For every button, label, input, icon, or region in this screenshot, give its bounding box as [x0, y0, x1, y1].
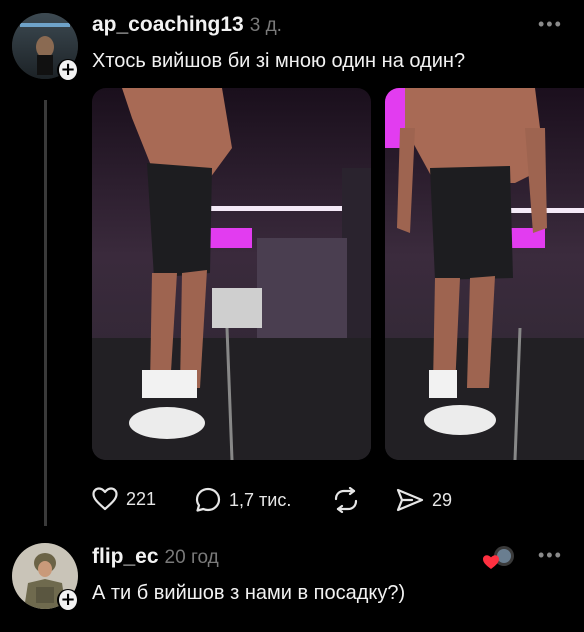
post-username[interactable]: ap_coaching13 — [92, 13, 244, 36]
like-count: 221 — [126, 488, 157, 509]
liked-by-author-badge — [482, 545, 516, 571]
more-horizontal-icon[interactable]: ••• — [538, 14, 563, 35]
plus-icon: + — [59, 589, 77, 610]
like-button[interactable]: 221 — [92, 487, 156, 511]
plus-icon: + — [59, 59, 77, 80]
heart-avatar-icon — [483, 546, 514, 569]
follow-plus-button[interactable]: + — [57, 589, 79, 611]
reply-header: flip_ec 20 год — [92, 545, 219, 569]
heart-icon — [92, 487, 118, 511]
post-header: ap_coaching13 3 д. — [92, 13, 282, 37]
send-icon — [396, 488, 424, 512]
share-button[interactable]: 29 — [396, 487, 452, 513]
post-text: Хтось вийшов би зі мною один на один? — [92, 50, 466, 72]
reply-username[interactable]: flip_ec — [92, 545, 159, 568]
post-photo-2[interactable] — [385, 88, 584, 460]
share-count: 29 — [432, 489, 453, 510]
thread-line — [44, 100, 47, 526]
gym-photo-image — [385, 88, 584, 460]
repost-icon — [334, 487, 358, 513]
post-photo-1[interactable] — [92, 88, 371, 460]
follow-plus-button[interactable]: + — [57, 59, 79, 81]
reply-time: 20 год — [164, 547, 219, 568]
comment-count: 1,7 тис. — [229, 489, 292, 510]
more-horizontal-icon[interactable]: ••• — [538, 545, 563, 566]
comment-button[interactable]: 1,7 тис. — [195, 487, 291, 513]
post-time: 3 д. — [249, 15, 282, 36]
reply-text: А ти б вийшов з нами в посадку?) — [92, 582, 406, 604]
repost-button[interactable] — [332, 487, 360, 513]
gym-photo-image — [92, 88, 371, 460]
comment-icon — [195, 487, 221, 512]
